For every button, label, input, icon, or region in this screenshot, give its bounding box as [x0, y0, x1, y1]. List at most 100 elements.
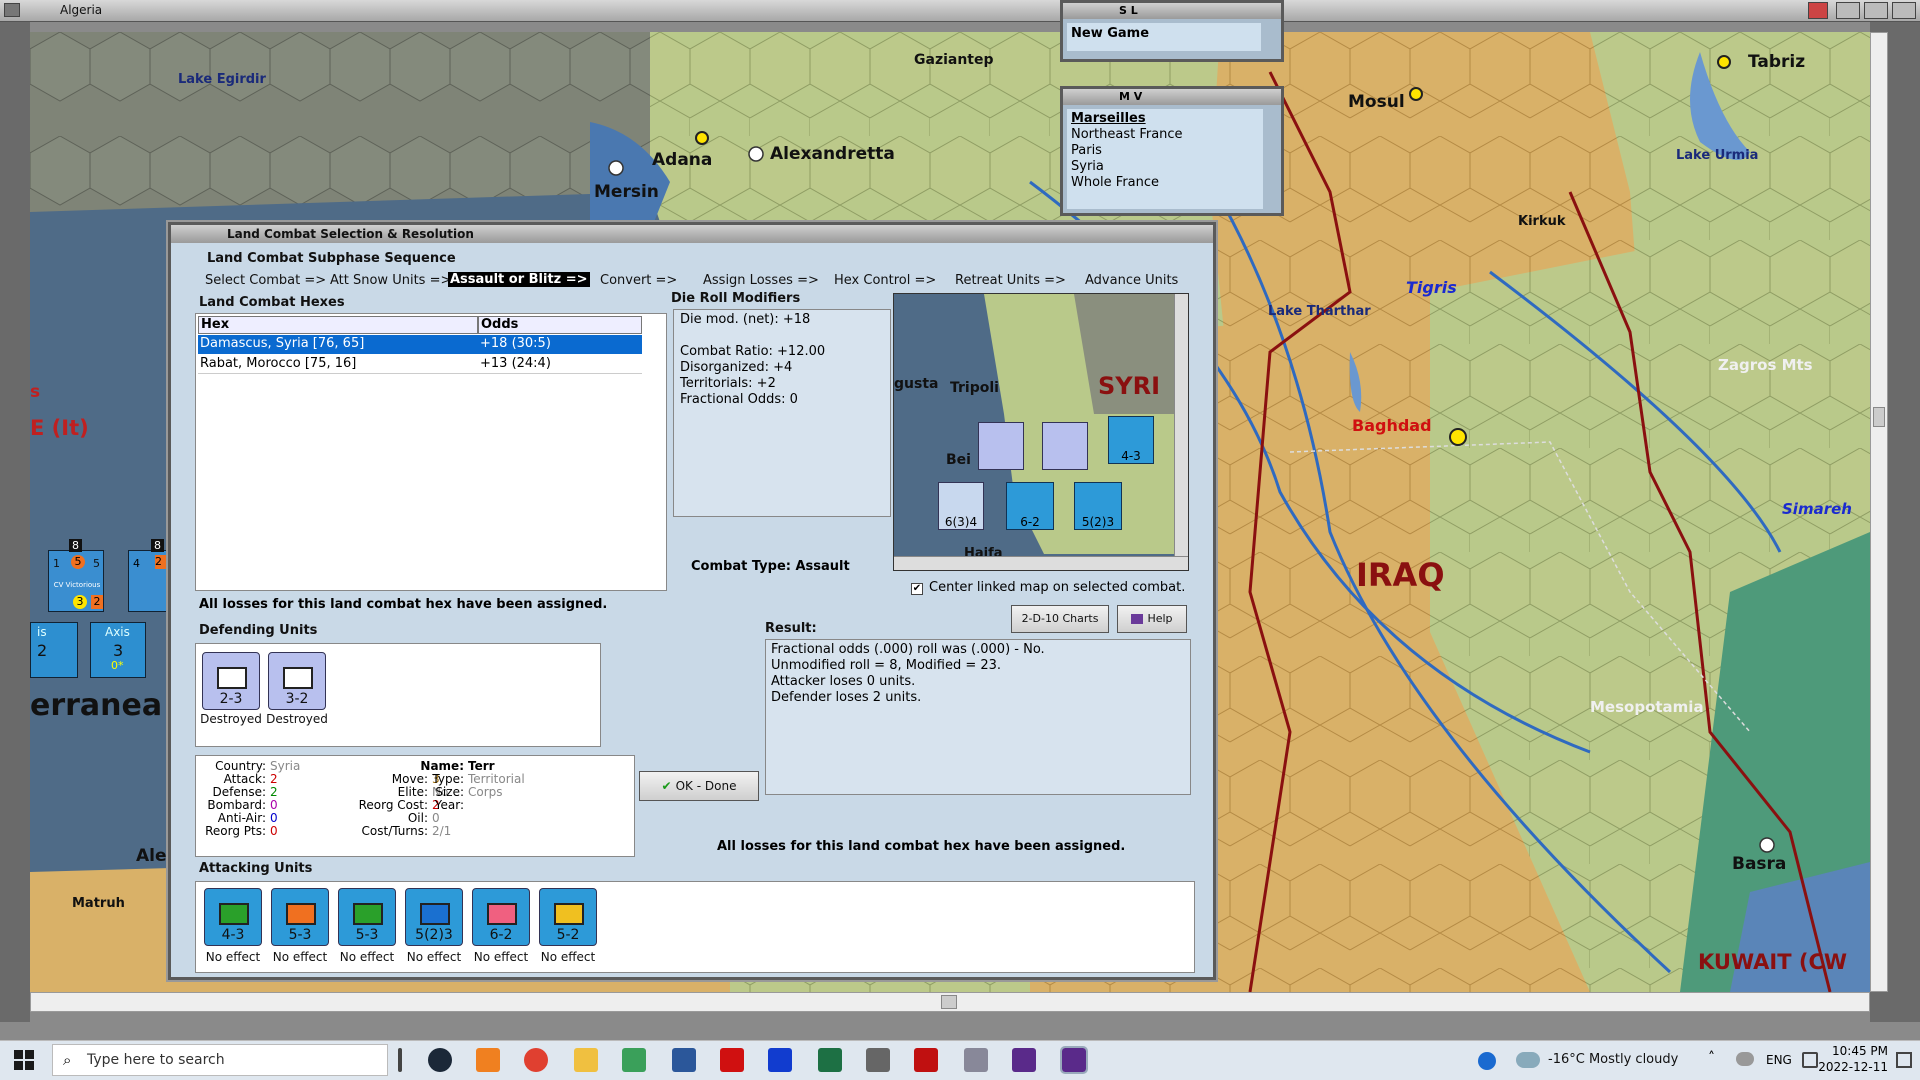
windows-start-icon[interactable]: [14, 1050, 34, 1070]
attacker-status: No effect: [272, 950, 328, 964]
netflix-icon[interactable]: [720, 1048, 744, 1072]
naval-unit-counter[interactable]: 8 1 5 5 CV Victorious 3 2: [48, 539, 104, 612]
scroll-thumb[interactable]: [941, 995, 957, 1009]
task-view-icon[interactable]: [398, 1048, 402, 1072]
result-line: Defender loses 2 units.: [771, 690, 922, 705]
acrobat-icon[interactable]: [914, 1048, 938, 1072]
drm-line: Disorganized: +4: [680, 360, 793, 375]
taskbar-search[interactable]: ⌕ Type here to search: [52, 1044, 388, 1076]
list-item[interactable]: Paris: [1071, 143, 1259, 159]
weather-icon[interactable]: [1516, 1052, 1540, 1068]
attacker-unit[interactable]: 5-3: [271, 888, 329, 946]
unit-details-box: Country: Syria Attack: 2 Defense: 2 Bombard…: [195, 755, 635, 857]
minimap-unit[interactable]: 5(2)3: [1074, 482, 1122, 530]
chrome-icon[interactable]: [524, 1048, 548, 1072]
mv-window: M V Marseilles Northeast France Paris Sy…: [1060, 86, 1284, 216]
clock-date[interactable]: 2022-12-11: [1818, 1060, 1888, 1074]
help-tray-icon[interactable]: [1478, 1052, 1496, 1070]
minimap-unit[interactable]: [1042, 422, 1088, 470]
clock-time[interactable]: 10:45 PM: [1832, 1044, 1888, 1058]
minimap-unit[interactable]: 6(3)4: [938, 482, 984, 530]
naval-unit-counter[interactable]: 8 4 2: [128, 539, 168, 612]
game-icon[interactable]: [1012, 1048, 1036, 1072]
charts-button[interactable]: 2-D-10 Charts: [1011, 605, 1109, 633]
close-button[interactable]: [1892, 2, 1916, 19]
minimap-label: Tripoli: [950, 380, 999, 396]
list-item[interactable]: Whole France: [1071, 175, 1259, 191]
language-indicator[interactable]: ENG: [1766, 1053, 1792, 1067]
file-explorer-icon[interactable]: [574, 1048, 598, 1072]
sl-window: S L New Game: [1060, 0, 1284, 62]
notepad-icon[interactable]: [622, 1048, 646, 1072]
seq-select-combat: Select Combat =>: [205, 273, 327, 288]
is-box: is 2: [30, 622, 78, 678]
attacker-unit[interactable]: 4-3: [204, 888, 262, 946]
disney-icon[interactable]: [768, 1048, 792, 1072]
seq-hex-control: Hex Control =>: [834, 273, 937, 288]
map-label: Lake Tharthar: [1268, 304, 1371, 319]
defender-unit[interactable]: 3-2: [268, 652, 326, 710]
attacker-status: No effect: [406, 950, 462, 964]
word-icon[interactable]: [672, 1048, 696, 1072]
map-vertical-scrollbar[interactable]: [1870, 32, 1888, 992]
table-row[interactable]: Rabat, Morocco [75, 16] +13 (24:4): [198, 355, 642, 374]
defending-units-box: 2-3 Destroyed 3-2 Destroyed: [195, 643, 601, 747]
minimap-unit[interactable]: [978, 422, 1024, 470]
minimize-button[interactable]: [1836, 2, 1860, 19]
map-label: E (It): [30, 416, 89, 440]
system-menu-icon[interactable]: [4, 3, 20, 17]
seq-assault-blitz: Assault or Blitz =>: [448, 272, 590, 287]
chevron-up-icon[interactable]: ˄: [1708, 1050, 1715, 1066]
calculator-icon[interactable]: [866, 1048, 890, 1072]
minimap-hscroll[interactable]: [894, 556, 1188, 570]
steam-icon[interactable]: [428, 1048, 452, 1072]
drm-line: Territorials: +2: [680, 376, 776, 391]
help-icon: [1131, 614, 1144, 624]
list-item[interactable]: Marseilles: [1071, 111, 1259, 127]
excel-icon[interactable]: [818, 1048, 842, 1072]
attacker-unit[interactable]: 5-2: [539, 888, 597, 946]
mv-window-title: M V: [1063, 89, 1281, 105]
minimap-label: gusta: [894, 376, 939, 392]
ok-done-button[interactable]: ✔ OK - Done: [639, 771, 759, 801]
notifications-icon[interactable]: [1896, 1052, 1912, 1068]
result-line: Fractional odds (.000) roll was (.000) -…: [771, 642, 1045, 657]
linked-minimap[interactable]: gusta Tripoli SYRI Bei Haifa 4-3 6(3)4 6…: [893, 293, 1189, 571]
list-item[interactable]: Northeast France: [1071, 127, 1259, 143]
table-row[interactable]: Damascus, Syria [76, 65] +18 (30:5): [198, 335, 642, 354]
app-window-icon[interactable]: [964, 1048, 988, 1072]
weather-text[interactable]: -16°C Mostly cloudy: [1548, 1052, 1678, 1067]
map-horizontal-scrollbar[interactable]: [30, 992, 1870, 1012]
attacker-status: No effect: [473, 950, 529, 964]
map-label: Mosul: [1348, 92, 1405, 112]
map-label: s: [30, 382, 41, 402]
sl-window-title: S L: [1063, 3, 1281, 19]
minimap-unit[interactable]: 6-2: [1006, 482, 1054, 530]
map-label: Alexandretta: [770, 144, 895, 164]
help-button[interactable]: Help: [1117, 605, 1187, 633]
game-active-icon[interactable]: [1060, 1046, 1088, 1074]
list-item[interactable]: Syria: [1071, 159, 1259, 175]
cloud-icon[interactable]: [1736, 1052, 1754, 1066]
map-label: Tigris: [1406, 278, 1457, 297]
map-label: Kirkuk: [1518, 214, 1566, 229]
minimap-vscroll[interactable]: [1174, 294, 1188, 556]
col-hex-header[interactable]: Hex: [198, 316, 478, 334]
new-game-item[interactable]: New Game: [1067, 23, 1261, 51]
attacker-unit[interactable]: 5-3: [338, 888, 396, 946]
restore-button[interactable]: [1864, 2, 1888, 19]
center-linked-checkbox[interactable]: ✔: [911, 583, 923, 595]
result-label: Result:: [765, 621, 817, 636]
window-title: Algeria: [60, 3, 103, 17]
odds-cell: +13 (24:4): [480, 356, 551, 371]
defender-unit[interactable]: 2-3: [202, 652, 260, 710]
network-icon[interactable]: [1802, 1052, 1818, 1068]
minimap-unit[interactable]: 4-3: [1108, 416, 1154, 464]
vlc-icon[interactable]: [476, 1048, 500, 1072]
attacker-unit[interactable]: 6-2: [472, 888, 530, 946]
map-label: Mersin: [594, 182, 659, 202]
attacker-unit[interactable]: 5(2)3: [405, 888, 463, 946]
losses-message-2: All losses for this land combat hex have…: [717, 839, 1126, 854]
scroll-thumb[interactable]: [1873, 407, 1885, 427]
col-odds-header[interactable]: Odds: [478, 316, 642, 334]
